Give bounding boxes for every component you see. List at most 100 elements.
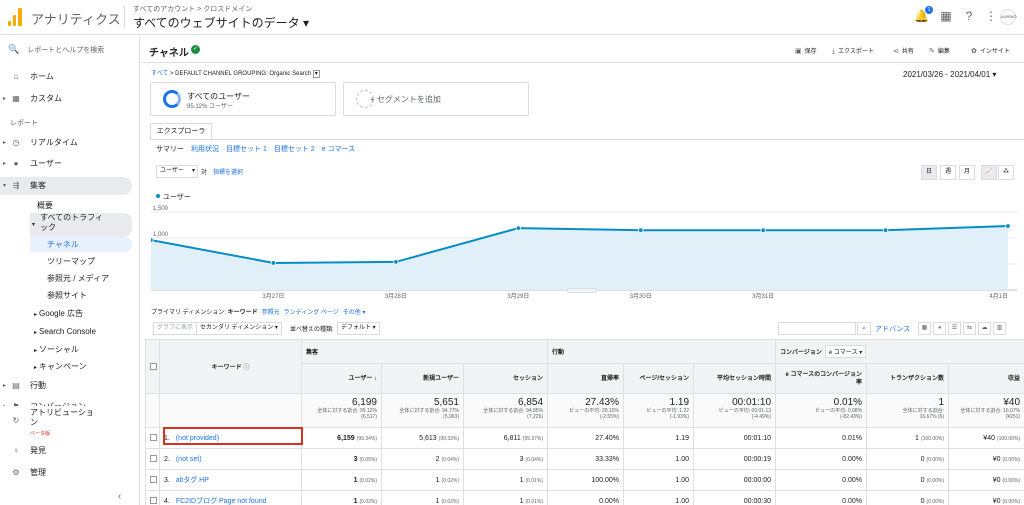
add-segment-button[interactable]: + セグメントを追加 — [343, 82, 529, 116]
sidebar-item-all-traffic[interactable]: ▾ すべてのトラフィ ック — [30, 213, 132, 237]
term-cloud-icon[interactable]: ☁ — [978, 322, 991, 335]
sidebar-item-realtime[interactable]: ▸ ◷ リアルタイム — [0, 134, 132, 152]
sidebar-item-discover[interactable]: ♀ 発見 — [0, 442, 132, 460]
segment-all-users[interactable]: すべてのユーザー 95.12% ユーザー — [150, 82, 336, 116]
sidebar-item-overview[interactable]: 概要 — [37, 198, 53, 213]
more-vert-icon[interactable]: ⋮ — [984, 9, 998, 23]
column-header-bounce-rate[interactable]: 直帰率 — [547, 363, 625, 394]
keyword-link[interactable]: (not set) — [176, 456, 202, 463]
column-header-sessions[interactable]: セッション — [462, 363, 549, 394]
keyword-link[interactable]: FC2IDブログ Page not found — [176, 498, 267, 505]
sidebar-item-referrals[interactable]: 参照サイト — [47, 288, 87, 303]
help-icon[interactable]: ⓘ — [243, 365, 249, 371]
column-header-pages-per-session[interactable]: ページ/セッション — [623, 363, 695, 394]
sidebar-item-audience[interactable]: ▸ ● ユーザー — [0, 155, 132, 173]
column-header-avg-session-duration[interactable]: 平均セッション時間 — [693, 363, 777, 394]
subtab-summary[interactable]: サマリー — [156, 146, 184, 153]
sidebar-item-channels[interactable]: チャネル — [30, 237, 132, 252]
export-button[interactable]: ⤓ エクスポート — [832, 46, 874, 56]
sidebar-item-attribution[interactable]: ↻ アトリビューショ ン — [0, 408, 132, 432]
column-header-ecommerce-conversion-rate[interactable]: e コマースのコンバージョン率 — [775, 363, 868, 394]
percentage-view-icon[interactable]: ◕ — [933, 322, 946, 335]
save-button[interactable]: ▣ 保存 — [795, 46, 817, 55]
dimension-keyword[interactable]: キーワード — [228, 310, 258, 316]
apps-grid-icon[interactable]: ▦ — [939, 9, 953, 23]
row-checkbox[interactable] — [150, 434, 157, 442]
dimension-landing-page[interactable]: ランディング ページ — [284, 310, 339, 316]
avatar[interactable]: AURINO — [1000, 9, 1017, 25]
date-range-picker[interactable]: 2021/03/26 - 2021/04/01 ▾ — [903, 70, 996, 79]
pivot-view-icon[interactable]: ▥ — [993, 322, 1006, 335]
account-path[interactable]: すべてのアカウント > クロスドメイン — [133, 4, 252, 14]
table-cell: 6,811 (99.37%) — [462, 427, 549, 449]
table-cell: 1 (0.02%) — [301, 490, 382, 505]
search-icon[interactable]: ⌕ — [857, 322, 871, 335]
column-header-users[interactable]: ユーザー ↓ — [301, 363, 382, 394]
collapse-sidebar-icon[interactable]: ‹ — [118, 491, 121, 502]
sidebar-item-conversions[interactable]: ▸⚑コンバージョン — [0, 398, 132, 406]
dropdown-icon[interactable]: ▾ — [312, 70, 320, 78]
edit-button[interactable]: ✎ 編集 — [929, 46, 950, 55]
advanced-filter-link[interactable]: アドバンス — [875, 324, 910, 334]
sidebar-item-behavior[interactable]: ▸ ▤ 行動 — [0, 377, 132, 395]
sidebar-item-campaigns[interactable]: ▸ キャンペーン — [34, 359, 87, 374]
sidebar-item-google-ads[interactable]: ▸ Google 広告 — [34, 306, 83, 321]
insights-button[interactable]: ✿ インサイト — [971, 46, 1010, 55]
sidebar-item-custom[interactable]: ▸ ▦ カスタム — [0, 90, 132, 108]
chart-resize-handle[interactable] — [567, 288, 597, 293]
total-cell: 1.19 ビューの平均: 1.22 (-1.93%) — [623, 393, 695, 428]
line-chart-icon[interactable]: 📈 — [981, 165, 997, 180]
subtab-goal-set-1[interactable]: 目標セット 1 — [226, 146, 267, 153]
row-select-cell — [145, 490, 160, 505]
comparison-view-icon[interactable]: ⇆ — [963, 322, 976, 335]
row-checkbox[interactable] — [150, 455, 157, 463]
performance-view-icon[interactable]: ☰ — [948, 322, 961, 335]
subtab-usage[interactable]: 利用状況 — [191, 146, 219, 153]
table-search-input[interactable] — [778, 322, 856, 335]
breadcrumb-all-link[interactable]: すべて — [151, 71, 168, 77]
primary-dimension-bar: プライマリ ディメンション: キーワード 参照元 ランディング ページ その他 ▾ — [151, 310, 366, 316]
motion-chart-icon[interactable]: ⁂ — [998, 165, 1014, 180]
sidebar-item-social[interactable]: ▸ ソーシャル — [34, 342, 79, 357]
row-checkbox[interactable] — [150, 497, 157, 505]
vs-label: 対 — [201, 170, 208, 176]
dimension-other[interactable]: その他 ▾ — [343, 310, 366, 316]
period-week-button[interactable]: 週 — [940, 165, 956, 180]
dimension-source[interactable]: 参照元 — [262, 310, 280, 316]
row-checkbox[interactable] — [150, 476, 157, 484]
reports-label: レポート — [10, 120, 38, 127]
data-view-icon[interactable]: ▦ — [918, 322, 931, 335]
sort-type-select[interactable]: デフォルト ▾ — [337, 322, 380, 335]
help-icon[interactable]: ? — [962, 9, 976, 23]
sidebar-item-search-console[interactable]: ▸ Search Console — [34, 324, 96, 339]
column-header-new-users[interactable]: 新規ユーザー — [381, 363, 464, 394]
app-name[interactable]: アナリティクス — [31, 9, 121, 28]
column-header-revenue[interactable]: 収益 — [948, 363, 1024, 394]
tab-explorer[interactable]: エクスプローラ — [150, 123, 212, 139]
share-button[interactable]: ⋖ 共有 — [893, 46, 914, 55]
analytics-logo-icon[interactable] — [8, 8, 22, 26]
period-month-button[interactable]: 月 — [959, 165, 975, 180]
search-help-input[interactable]: 🔍 レポートとヘルプを検索 — [8, 44, 104, 55]
sidebar-item-admin[interactable]: ⚙ 管理 — [0, 464, 132, 482]
view-selector[interactable]: すべてのウェブサイトのデータ ▾ — [133, 14, 309, 31]
caret-down-icon: ▾ — [32, 222, 36, 228]
select-metric-link[interactable]: 指標を選択 — [213, 167, 243, 176]
subtab-goal-set-2[interactable]: 目標セット 2 — [274, 146, 315, 153]
secondary-dimension-select[interactable]: セカンダリ ディメンション ▾ — [196, 322, 282, 335]
ecommerce-select[interactable]: e コマース ▾ — [824, 345, 867, 358]
sidebar-item-source-medium[interactable]: 参照元 / メディア — [47, 271, 109, 286]
metric-select[interactable]: ユーザー ▾ — [156, 165, 198, 178]
period-day-button[interactable]: 日 — [921, 165, 937, 180]
plot-rows-button[interactable]: グラフに表示 — [153, 322, 198, 335]
keyword-link[interactable]: altタグ HP — [176, 477, 209, 484]
x-tick-label: 3月29日 — [507, 293, 529, 300]
select-all-checkbox[interactable] — [150, 362, 157, 370]
sidebar-item-home[interactable]: ⌂ ホーム — [0, 68, 132, 86]
column-header-transactions[interactable]: トランザクション数 — [866, 363, 950, 394]
group-header-conversions: コンバージョン e コマース ▾ — [775, 339, 1024, 364]
sidebar-item-treemap[interactable]: ツリーマップ — [47, 254, 95, 269]
sidebar-item-acquisition[interactable]: ▾ ⇶ 集客 — [0, 177, 132, 195]
subtab-ecommerce[interactable]: e コマース — [322, 146, 356, 153]
column-header-keyword[interactable]: キーワード ⓘ — [159, 339, 302, 394]
